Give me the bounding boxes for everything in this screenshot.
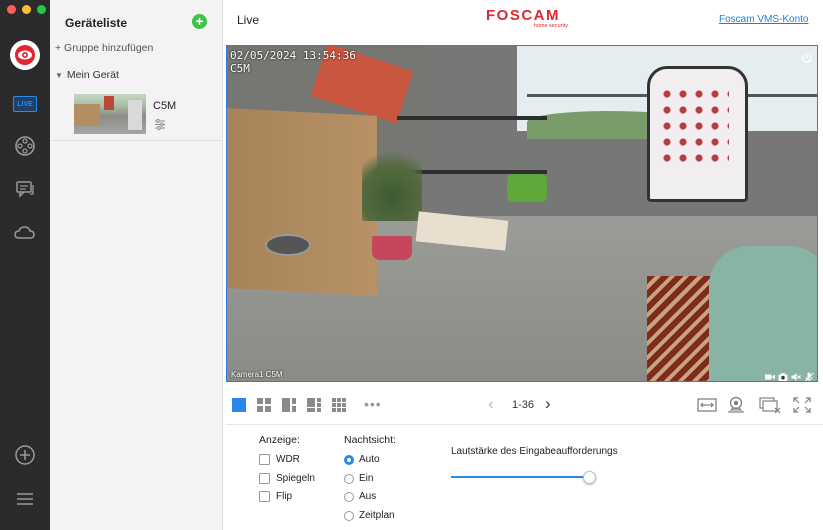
live-tv-icon: LIVE <box>13 96 37 112</box>
close-all-views-button[interactable] <box>759 396 781 414</box>
brand-name: FOSCAM <box>486 7 560 24</box>
video-timestamp: 02/05/2024 13:54:36 <box>230 49 356 62</box>
layout-1-view-button[interactable] <box>232 398 246 412</box>
radio-label: Auto <box>359 454 380 465</box>
add-device-button[interactable]: + <box>192 14 207 29</box>
app-sidebar: LIVE <box>0 0 50 530</box>
video-quick-tools <box>765 369 814 381</box>
checkbox-label: Flip <box>276 491 293 502</box>
video-toolbar: ••• ‹ 1-36 › <box>226 392 818 418</box>
record-video-icon[interactable] <box>765 369 775 380</box>
radio-label: Aus <box>359 491 377 502</box>
chat-icon <box>16 181 34 198</box>
radio-button <box>344 473 354 484</box>
device-name: C5M <box>153 100 177 112</box>
device-list-panel: Geräteliste + + Gruppe hinzufügen ▼ Mein … <box>50 0 223 530</box>
radio-label: Ein <box>359 473 374 484</box>
cloud-icon <box>14 226 35 239</box>
checkbox-box <box>259 454 270 465</box>
radio-button <box>344 510 354 521</box>
close-window-button[interactable] <box>7 5 16 14</box>
checkbox-label: Spiegeln <box>276 473 315 484</box>
mirror-checkbox[interactable]: Spiegeln <box>259 473 315 484</box>
settings-divider <box>226 424 823 425</box>
sidebar-menu-button[interactable] <box>13 487 37 511</box>
volume-slider-thumb[interactable] <box>583 471 596 484</box>
radio-label: Zeitplan <box>359 510 395 521</box>
fullscreen-button[interactable] <box>792 396 812 414</box>
stretch-fit-button[interactable] <box>697 396 717 414</box>
layout-6-view-button[interactable] <box>282 398 296 412</box>
night-vision-label: Nachtsicht: <box>344 434 396 446</box>
zoom-window-button[interactable] <box>37 5 46 14</box>
webcam-icon <box>728 396 744 413</box>
checkbox-label: WDR <box>276 454 300 465</box>
display-label: Anzeige: <box>259 434 300 446</box>
night-auto-radio[interactable]: Auto <box>344 454 380 465</box>
night-off-radio[interactable]: Aus <box>344 491 376 502</box>
night-on-radio[interactable]: Ein <box>344 473 373 484</box>
snapshot-icon[interactable] <box>778 369 788 381</box>
mic-off-icon[interactable] <box>804 369 814 381</box>
radio-button <box>344 491 354 502</box>
sidebar-item-live[interactable]: LIVE <box>13 92 37 116</box>
wdr-checkbox[interactable]: WDR <box>259 454 300 465</box>
foscam-eye-icon[interactable] <box>10 40 40 70</box>
checkbox-box <box>259 491 270 502</box>
close-windows-icon <box>759 397 781 414</box>
page-range-label: 1-36 <box>512 399 535 411</box>
video-osd-name: C5M <box>230 62 250 75</box>
more-layouts-button[interactable]: ••• <box>364 396 382 412</box>
sidebar-add-button[interactable] <box>13 443 37 467</box>
layout-9-view-button[interactable] <box>332 398 346 412</box>
chevron-down-icon: ▼ <box>55 71 63 80</box>
next-page-button[interactable]: › <box>545 394 551 414</box>
sidebar-item-cloud[interactable] <box>13 221 37 245</box>
device-list-item[interactable]: C5M <box>50 90 222 141</box>
volume-slider-track[interactable] <box>451 476 589 478</box>
plus-circle-icon <box>15 445 35 465</box>
film-reel-icon <box>15 136 35 156</box>
device-group-label: Mein Gerät <box>66 69 119 81</box>
device-list-title: Geräteliste <box>65 16 128 30</box>
add-group-link[interactable]: + Gruppe hinzufügen <box>55 42 153 54</box>
minimize-window-button[interactable] <box>22 5 31 14</box>
camera-label: Kamera1 C5M <box>231 370 283 379</box>
page-title: Live <box>237 13 260 27</box>
sidebar-item-messages[interactable] <box>13 177 37 201</box>
mute-speaker-icon[interactable] <box>791 369 801 381</box>
device-thumbnail <box>74 94 146 134</box>
live-video-feed[interactable]: 02/05/2024 13:54:36 C5M Kamera1 C5M <box>226 45 818 382</box>
fullscreen-icon <box>793 397 811 413</box>
prompt-volume-label: Lautstärke des Eingabeaufforderungs <box>451 446 618 457</box>
layout-8-view-button[interactable] <box>307 398 321 412</box>
brand-logo: FOSCAM home security <box>475 7 571 30</box>
checkbox-box <box>259 473 270 484</box>
stretch-icon <box>697 398 717 412</box>
prev-page-button[interactable]: ‹ <box>488 394 494 414</box>
flip-checkbox[interactable]: Flip <box>259 491 292 502</box>
ptz-camera-button[interactable] <box>726 396 746 414</box>
window-controls <box>7 5 46 14</box>
radio-button <box>344 454 354 465</box>
sidebar-item-playback[interactable] <box>13 134 37 158</box>
night-schedule-radio[interactable]: Zeitplan <box>344 510 395 521</box>
menu-icon <box>17 493 33 505</box>
device-settings-icon[interactable] <box>154 119 166 133</box>
device-group-header[interactable]: ▼ Mein Gerät <box>55 69 119 81</box>
layout-4-view-button[interactable] <box>257 398 271 412</box>
power-icon[interactable] <box>801 51 813 63</box>
vms-account-link[interactable]: Foscam VMS-Konto <box>719 14 808 25</box>
